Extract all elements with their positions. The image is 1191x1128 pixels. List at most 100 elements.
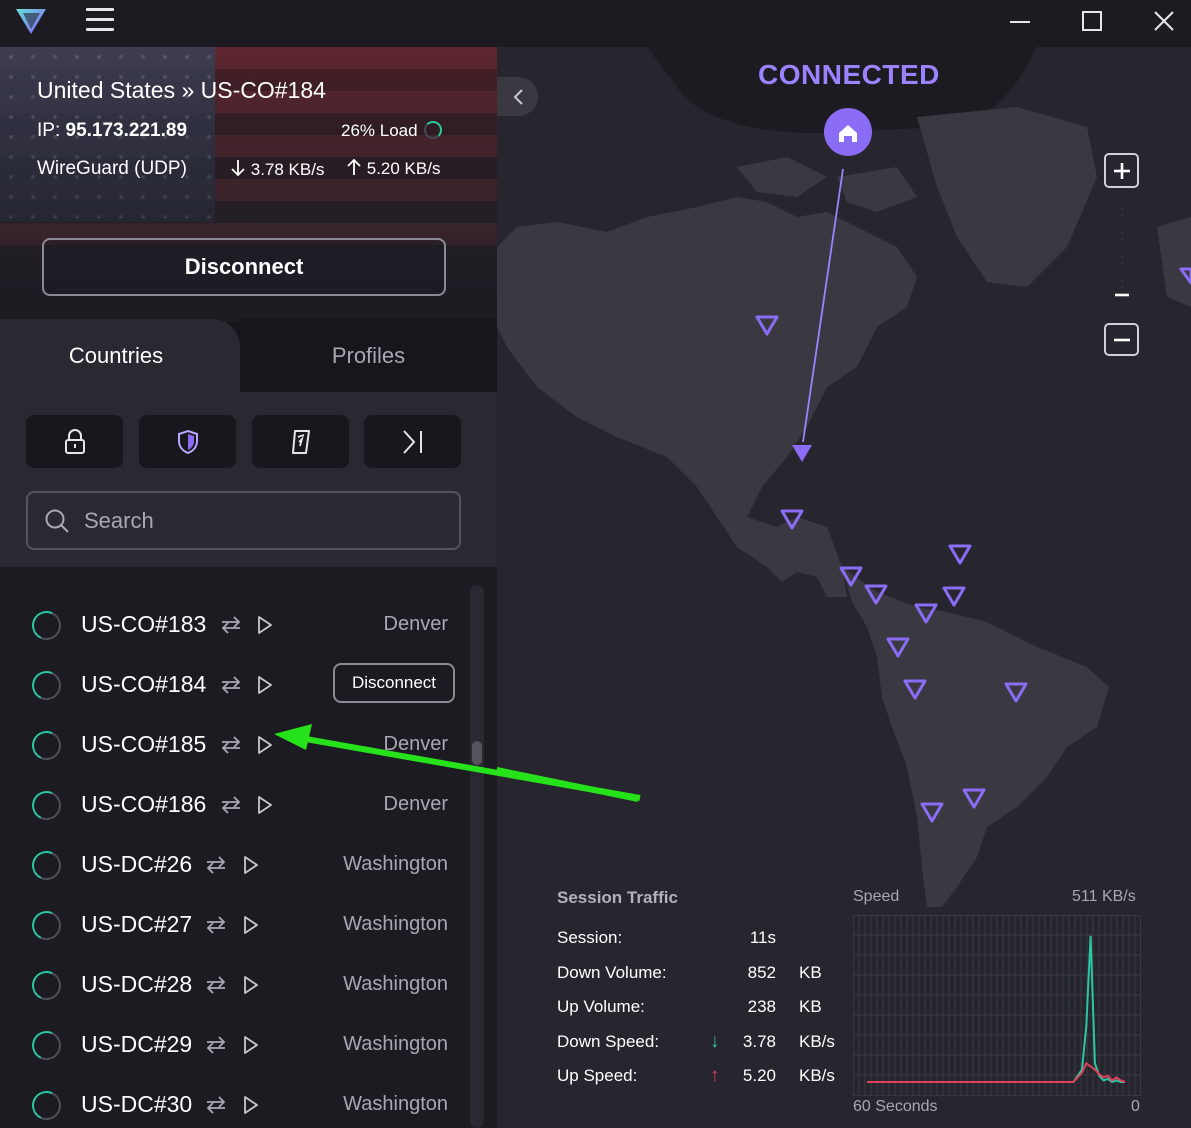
upload-rate: 5.20 KB/s [346,158,440,179]
zoom-slider[interactable] [1114,192,1130,320]
arrow-down-icon: ↓ [710,1031,720,1052]
session-row-value: 11s [749,928,776,947]
server-row[interactable]: US-DC#29 Washington [0,1015,465,1075]
server-load-ring-icon [27,1026,66,1065]
session-row-unit: KB/s [799,1066,835,1085]
tor-icon [402,429,422,454]
server-pin[interactable] [948,544,972,565]
speed-chart-label: Speed [853,888,900,905]
disconnect-button[interactable]: Disconnect [42,238,446,296]
server-pin[interactable] [792,445,812,462]
session-row: Up Volume: 238 KB [557,997,857,1021]
maximize-icon[interactable] [1072,6,1112,38]
plus-icon [1113,162,1130,179]
server-load-ring-icon [27,606,66,645]
server-name: US-CO#184 [81,671,207,697]
session-row-label: Down Speed: [557,1032,660,1051]
server-row[interactable]: US-DC#30 Washington [0,1075,465,1128]
server-name: US-DC#28 [81,971,193,997]
session-row-value: 3.78 [742,1032,776,1051]
session-row-unit: KB [799,963,822,982]
play-icon[interactable] [242,974,260,996]
server-city: Washington [343,853,448,875]
arrow-up-icon: ↑ [710,1065,720,1086]
download-rate: 3.78 KB/s [230,159,324,180]
smart-routing-icon [221,616,241,634]
session-row-label: Down Volume: [557,963,667,982]
server-city: Washington [343,913,448,935]
server-row[interactable]: US-DC#26 Washington [0,835,465,895]
ip-address: IP: 95.173.221.89 [37,120,188,141]
play-icon[interactable] [256,674,274,696]
arrow-up-icon [347,158,361,175]
smart-routing-icon [221,796,241,814]
play-icon[interactable] [242,914,260,936]
smart-routing-icon [206,856,226,874]
secure-core-filter-button[interactable] [26,415,123,468]
play-icon[interactable] [242,1094,260,1116]
search-input[interactable] [84,507,444,534]
speed-chart-zero: 0 [1131,1098,1140,1115]
sidebar: United States » US-CO#184 IP: 95.173.221… [0,47,497,1128]
scrollbar[interactable] [470,585,484,1128]
server-list: US-CO#183 Denver US-CO#184 Disconnect US-CO#… [0,567,497,1128]
chevron-left-icon [513,88,523,105]
server-disconnect-button[interactable]: Disconnect [333,663,455,703]
search-icon [45,509,69,533]
smart-routing-icon [206,1096,226,1114]
menu-icon[interactable] [86,8,114,32]
home-location-pin[interactable] [824,108,872,156]
session-row: Session: 11s [557,928,857,952]
close-icon[interactable] [1144,6,1184,38]
tab-countries[interactable]: Countries [0,319,240,392]
server-city: Washington [343,973,448,995]
session-row-label: Up Speed: [557,1066,638,1085]
lock-icon [64,428,85,454]
p2p-filter-button[interactable] [252,415,349,468]
server-load-ring-icon [27,966,66,1005]
server-row[interactable]: US-DC#27 Washington [0,895,465,955]
session-row-unit: KB/s [799,1032,835,1051]
smart-routing-icon [221,736,241,754]
play-icon[interactable] [242,854,260,876]
server-row[interactable]: US-CO#183 Denver [0,595,465,655]
server-row[interactable]: US-CO#184 Disconnect [0,655,465,715]
session-traffic-title: Session Traffic [557,888,678,907]
minus-icon [1113,338,1130,341]
tor-filter-button[interactable] [364,415,461,468]
minimize-icon[interactable] [1000,6,1040,38]
collapse-sidebar-button[interactable] [497,77,538,116]
server-load-ring-icon [27,666,66,705]
search-box[interactable] [26,491,461,550]
connection-title: United States » US-CO#184 [37,77,326,103]
server-row[interactable]: US-DC#28 Washington [0,955,465,1015]
zoom-in-button[interactable] [1104,153,1139,188]
play-icon[interactable] [256,614,274,636]
server-city: Washington [343,1033,448,1055]
speed-chart-window: 60 Seconds [853,1098,938,1115]
logo-icon [16,9,46,34]
play-icon[interactable] [242,1034,260,1056]
smart-routing-icon [206,916,226,934]
p2p-icon [291,429,310,454]
arrow-down-icon [231,160,245,177]
protocol-label: WireGuard (UDP) [37,158,187,179]
netshield-filter-button[interactable] [139,415,236,468]
server-name: US-CO#185 [81,731,207,757]
server-name: US-CO#183 [81,611,207,637]
server-name: US-DC#29 [81,1031,193,1057]
server-pin[interactable] [942,586,966,607]
speed-chart [853,915,1141,1096]
session-row: Down Volume: 852 KB [557,963,857,987]
title-bar [0,0,1191,47]
server-name: US-CO#186 [81,791,207,817]
session-row: Up Speed: ↑ 5.20 KB/s [557,1065,857,1090]
server-load-ring-icon [27,1086,66,1125]
session-row-value: 238 [747,997,776,1016]
session-row-value: 5.20 [742,1066,776,1085]
smart-routing-icon [206,1036,226,1054]
zoom-out-button[interactable] [1104,323,1139,356]
speed-chart-max: 511 KB/s [1072,888,1136,905]
tab-profiles[interactable]: Profiles [240,319,497,392]
server-load-ring-icon [27,846,66,885]
